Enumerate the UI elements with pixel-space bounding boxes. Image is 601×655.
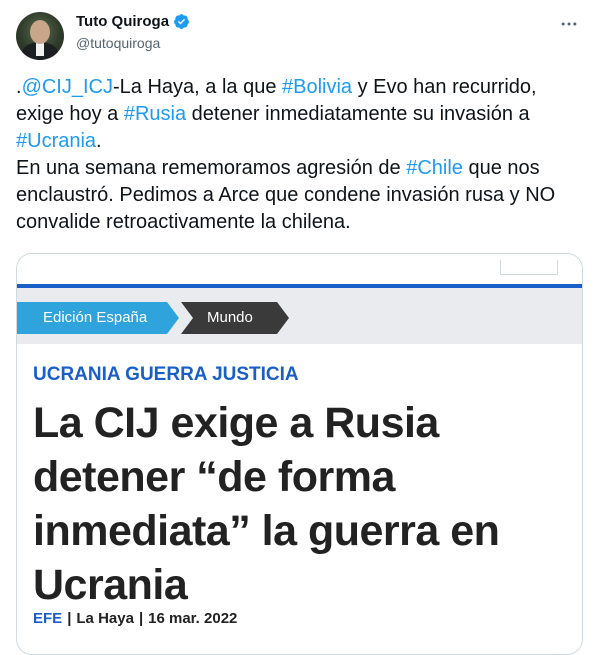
tweet-text: .@CIJ_ICJ-La Haya, a la que #Bolivia y E…: [16, 74, 586, 236]
tweet-link[interactable]: #Chile: [406, 157, 463, 179]
byline-date: 16 mar. 2022: [148, 610, 238, 627]
tweet-text-segment: detener inmediatamente su invasión a: [186, 103, 536, 125]
tweet-text-segment: -La Haya, a la que: [113, 76, 282, 98]
author-display-name[interactable]: Tuto Quiroga: [76, 13, 169, 30]
tweet-link[interactable]: #Bolivia: [282, 76, 352, 98]
tweet-link[interactable]: @CIJ_ICJ: [22, 76, 113, 98]
author-name-row: Tuto Quiroga: [76, 13, 190, 30]
tweet-link[interactable]: #Rusia: [124, 103, 186, 125]
article-headline: La CIJ exige a Rusia detener “de forma i…: [33, 399, 500, 609]
tweet-link[interactable]: #Ucrania: [16, 130, 96, 152]
verified-badge-icon: [173, 13, 190, 30]
edition-tab[interactable]: Edición España: [17, 302, 179, 334]
byline-source: EFE: [33, 610, 63, 627]
author-handle[interactable]: @tutoquiroga: [76, 35, 160, 51]
avatar-face: [30, 20, 50, 44]
card-top-bar: [17, 254, 582, 282]
avatar-shirt: [36, 42, 44, 56]
byline-place: La Haya: [76, 610, 134, 627]
byline-separator: |: [138, 610, 144, 627]
more-icon[interactable]: [559, 14, 579, 40]
section-tab[interactable]: Mundo: [181, 302, 289, 334]
card-top-decoration: [500, 260, 558, 275]
article-kicker: UCRANIA GUERRA JUSTICIA: [33, 364, 299, 385]
avatar[interactable]: [16, 12, 64, 60]
article-byline: EFE | La Haya | 16 mar. 2022: [33, 610, 237, 627]
link-preview-card[interactable]: Edición España Mundo UCRANIA GUERRA JUST…: [16, 253, 583, 655]
byline-separator: |: [67, 610, 72, 627]
